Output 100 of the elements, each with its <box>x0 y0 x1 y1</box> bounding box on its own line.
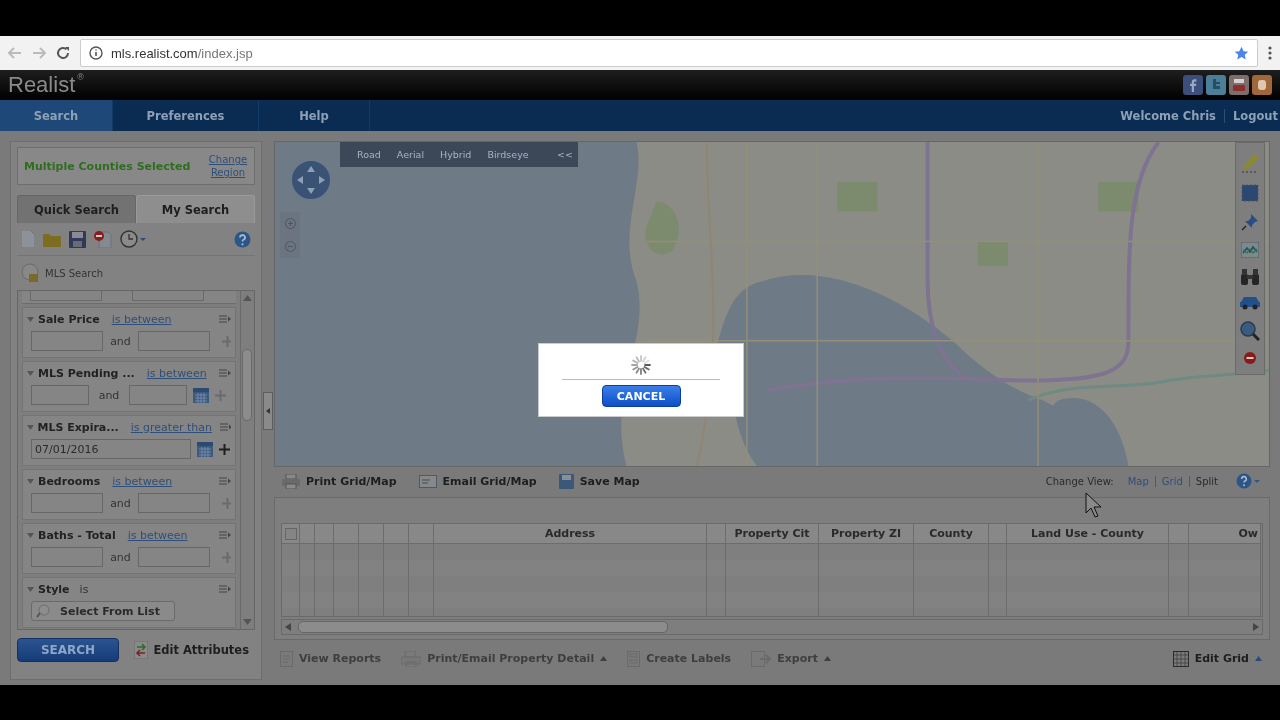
pushpin-icon[interactable] <box>1241 212 1259 231</box>
operator-link[interactable]: is between <box>127 528 188 542</box>
scroll-right-icon[interactable] <box>1253 623 1259 631</box>
scroll-down-icon[interactable] <box>243 619 252 625</box>
map-type-button[interactable]: Hybrid <box>435 149 477 160</box>
operator-link[interactable]: is between <box>112 474 173 488</box>
calendar-icon[interactable] <box>193 387 209 403</box>
column-header[interactable] <box>300 524 315 544</box>
delete-document-icon[interactable] <box>94 230 112 248</box>
column-header[interactable] <box>1169 524 1189 544</box>
date-field[interactable]: 07/01/2016 <box>31 439 191 459</box>
view-link[interactable]: Grid <box>1161 475 1183 487</box>
options-menu-icon[interactable] <box>219 423 231 431</box>
folder-icon[interactable] <box>43 231 61 247</box>
scroll-up-icon[interactable] <box>243 295 252 301</box>
pencil-icon[interactable] <box>1240 152 1260 173</box>
forward-icon[interactable] <box>32 46 46 60</box>
help-icon[interactable] <box>1236 473 1260 489</box>
column-header[interactable]: Ow <box>1189 524 1261 544</box>
help-icon[interactable] <box>234 230 251 248</box>
toolbar-button[interactable]: Print Grid/Map <box>282 473 397 489</box>
column-header[interactable] <box>707 524 726 544</box>
collapse-icon[interactable] <box>27 586 34 592</box>
value-field[interactable] <box>132 291 204 301</box>
column-header[interactable]: County <box>914 524 989 544</box>
select-from-list-button[interactable]: Select From List <box>31 601 175 621</box>
options-menu-icon[interactable] <box>219 369 231 377</box>
collapse-icon[interactable] <box>27 532 34 538</box>
operator-link[interactable]: is greater than <box>130 420 212 434</box>
operator-link[interactable]: is between <box>146 366 207 380</box>
change-region-link[interactable]: Change Region <box>208 153 248 179</box>
value-field[interactable] <box>137 547 210 567</box>
value-field[interactable] <box>137 493 210 513</box>
search-tab[interactable]: Quick Search <box>17 195 136 223</box>
remove-icon[interactable] <box>1244 352 1256 365</box>
options-menu-icon[interactable] <box>219 315 231 323</box>
edit-attributes-button[interactable]: Edit Attributes <box>128 640 255 660</box>
search-button[interactable]: SEARCH <box>17 638 119 662</box>
view-link[interactable]: Map <box>1127 475 1149 487</box>
collapse-button[interactable]: << <box>552 149 578 160</box>
collapse-icon[interactable] <box>27 370 34 376</box>
binoculars-icon[interactable] <box>1240 269 1260 286</box>
collapse-icon[interactable] <box>27 316 34 322</box>
reload-icon[interactable] <box>56 46 70 60</box>
value-field[interactable] <box>129 385 187 405</box>
value-field[interactable] <box>31 385 89 405</box>
scroll-left-icon[interactable] <box>285 623 291 631</box>
column-header[interactable] <box>409 524 434 544</box>
cancel-button[interactable]: CANCEL <box>601 385 681 407</box>
logout-link[interactable]: Logout <box>1232 108 1278 123</box>
value-field[interactable] <box>137 331 210 351</box>
edit-grid-button[interactable]: Edit Grid <box>1172 650 1262 667</box>
options-menu-icon[interactable] <box>219 531 231 539</box>
search-icon[interactable] <box>1240 321 1260 342</box>
back-icon[interactable] <box>8 46 22 60</box>
value-field[interactable] <box>31 547 103 567</box>
star-icon[interactable] <box>1234 45 1249 61</box>
save-icon[interactable] <box>69 230 86 248</box>
nav-tab[interactable]: Search <box>0 100 113 131</box>
zoom-in-icon[interactable] <box>284 218 296 229</box>
select-all-checkbox[interactable] <box>284 527 297 540</box>
info-icon[interactable] <box>89 46 103 60</box>
value-field[interactable] <box>31 493 103 513</box>
selection-area-icon[interactable] <box>1241 183 1259 202</box>
zoom-out-icon[interactable] <box>284 241 296 252</box>
map-type-button[interactable]: Birdseye <box>482 149 534 160</box>
column-header[interactable] <box>334 524 359 544</box>
menu-icon[interactable] <box>1268 46 1272 60</box>
collapse-icon[interactable] <box>27 424 34 430</box>
value-field[interactable] <box>31 331 103 351</box>
map-type-button[interactable]: Aerial <box>391 149 430 160</box>
toolbar-button[interactable]: Email Grid/Map <box>418 474 537 488</box>
column-header[interactable] <box>989 524 1007 544</box>
splitter-handle[interactable] <box>263 391 273 430</box>
horizontal-scrollbar[interactable] <box>281 619 1263 635</box>
column-header[interactable]: Property Cit <box>726 524 819 544</box>
history-icon[interactable] <box>120 230 146 248</box>
collapse-icon[interactable] <box>27 478 34 484</box>
column-header[interactable]: Land Use - County <box>1007 524 1169 544</box>
app-logo[interactable]: Realist$^{®}$ <box>8 72 84 98</box>
car-icon[interactable] <box>1239 296 1261 311</box>
options-menu-icon[interactable] <box>219 477 231 485</box>
options-menu-icon[interactable] <box>219 585 231 593</box>
line-chart-icon[interactable] <box>1241 241 1259 258</box>
value-field[interactable] <box>30 291 102 301</box>
column-header[interactable] <box>359 524 384 544</box>
column-header[interactable] <box>282 524 300 544</box>
pan-control-icon[interactable] <box>289 158 333 202</box>
operator-link[interactable]: is between <box>111 312 172 326</box>
column-header[interactable] <box>315 524 334 544</box>
map-type-button[interactable]: Road <box>352 149 386 160</box>
column-header[interactable]: Address <box>434 524 707 544</box>
add-icon[interactable] <box>219 443 230 455</box>
scrollbar-thumb[interactable] <box>242 349 252 421</box>
calendar-icon[interactable] <box>197 441 213 457</box>
new-document-icon[interactable] <box>21 230 35 248</box>
view-link[interactable]: Split <box>1195 475 1218 487</box>
search-tab[interactable]: My Search <box>136 195 255 223</box>
facebook-icon[interactable] <box>1183 75 1203 95</box>
column-header[interactable] <box>384 524 409 544</box>
